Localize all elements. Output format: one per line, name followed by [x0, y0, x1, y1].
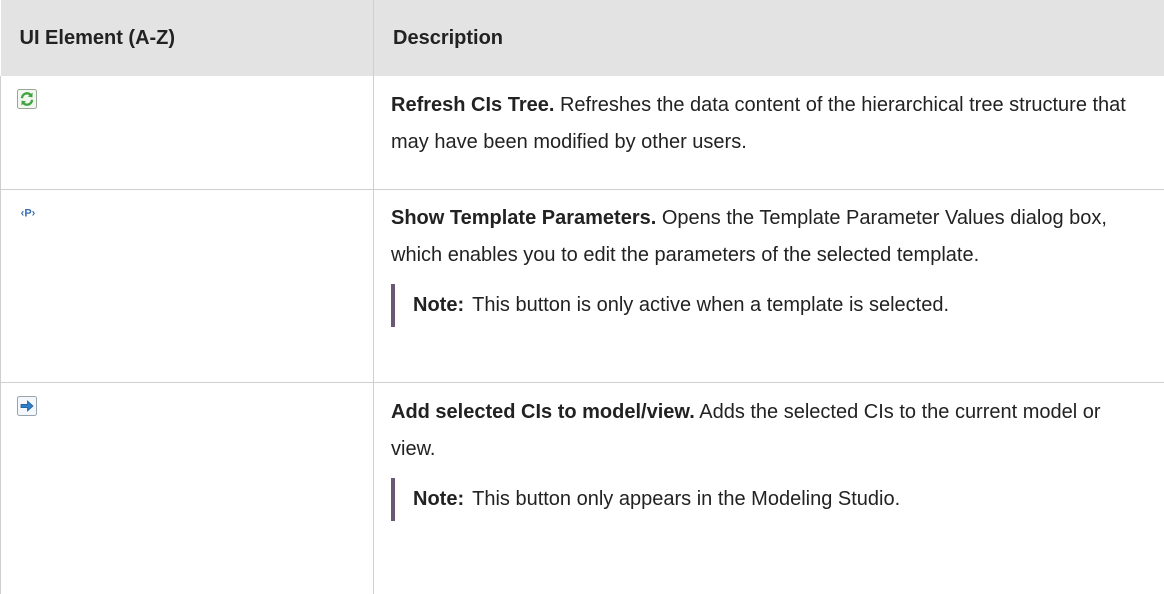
note-text: This button only appears in the Modeling…: [472, 488, 900, 510]
description-cell: Show Template Parameters. Opens the Temp…: [374, 189, 1164, 382]
ui-element-cell: [1, 382, 374, 594]
ui-element-cell: ‹P›: [1, 189, 374, 382]
table-header-row: UI Element (A-Z) Description: [1, 0, 1164, 76]
header-ui-element: UI Element (A-Z): [1, 0, 374, 76]
refresh-icon: [17, 89, 37, 109]
svg-text:‹P›: ‹P›: [21, 207, 36, 219]
note-block: Note: This button only appears in the Mod…: [391, 478, 1143, 521]
add-arrow-icon: [17, 396, 37, 416]
note-label: Note:: [413, 488, 464, 510]
template-parameters-icon: ‹P›: [17, 203, 37, 223]
element-term: Add selected CIs to model/view.: [391, 401, 695, 423]
ui-elements-table: UI Element (A-Z) Description Refresh CIs…: [0, 0, 1164, 594]
table-row: Refresh CIs Tree. Refreshes the data con…: [1, 76, 1164, 189]
ui-element-cell: [1, 76, 374, 189]
description-cell: Refresh CIs Tree. Refreshes the data con…: [374, 76, 1164, 189]
note-block: Note: This button is only active when a t…: [391, 284, 1143, 327]
description-cell: Add selected CIs to model/view. Adds the…: [374, 382, 1164, 594]
note-label: Note:: [413, 294, 464, 316]
table-row: ‹P› Show Template Parameters. Opens the …: [1, 189, 1164, 382]
element-term: Show Template Parameters.: [391, 207, 656, 229]
table-row: Add selected CIs to model/view. Adds the…: [1, 382, 1164, 594]
note-text: This button is only active when a templa…: [472, 294, 949, 316]
element-term: Refresh CIs Tree.: [391, 94, 554, 116]
header-description: Description: [374, 0, 1164, 76]
